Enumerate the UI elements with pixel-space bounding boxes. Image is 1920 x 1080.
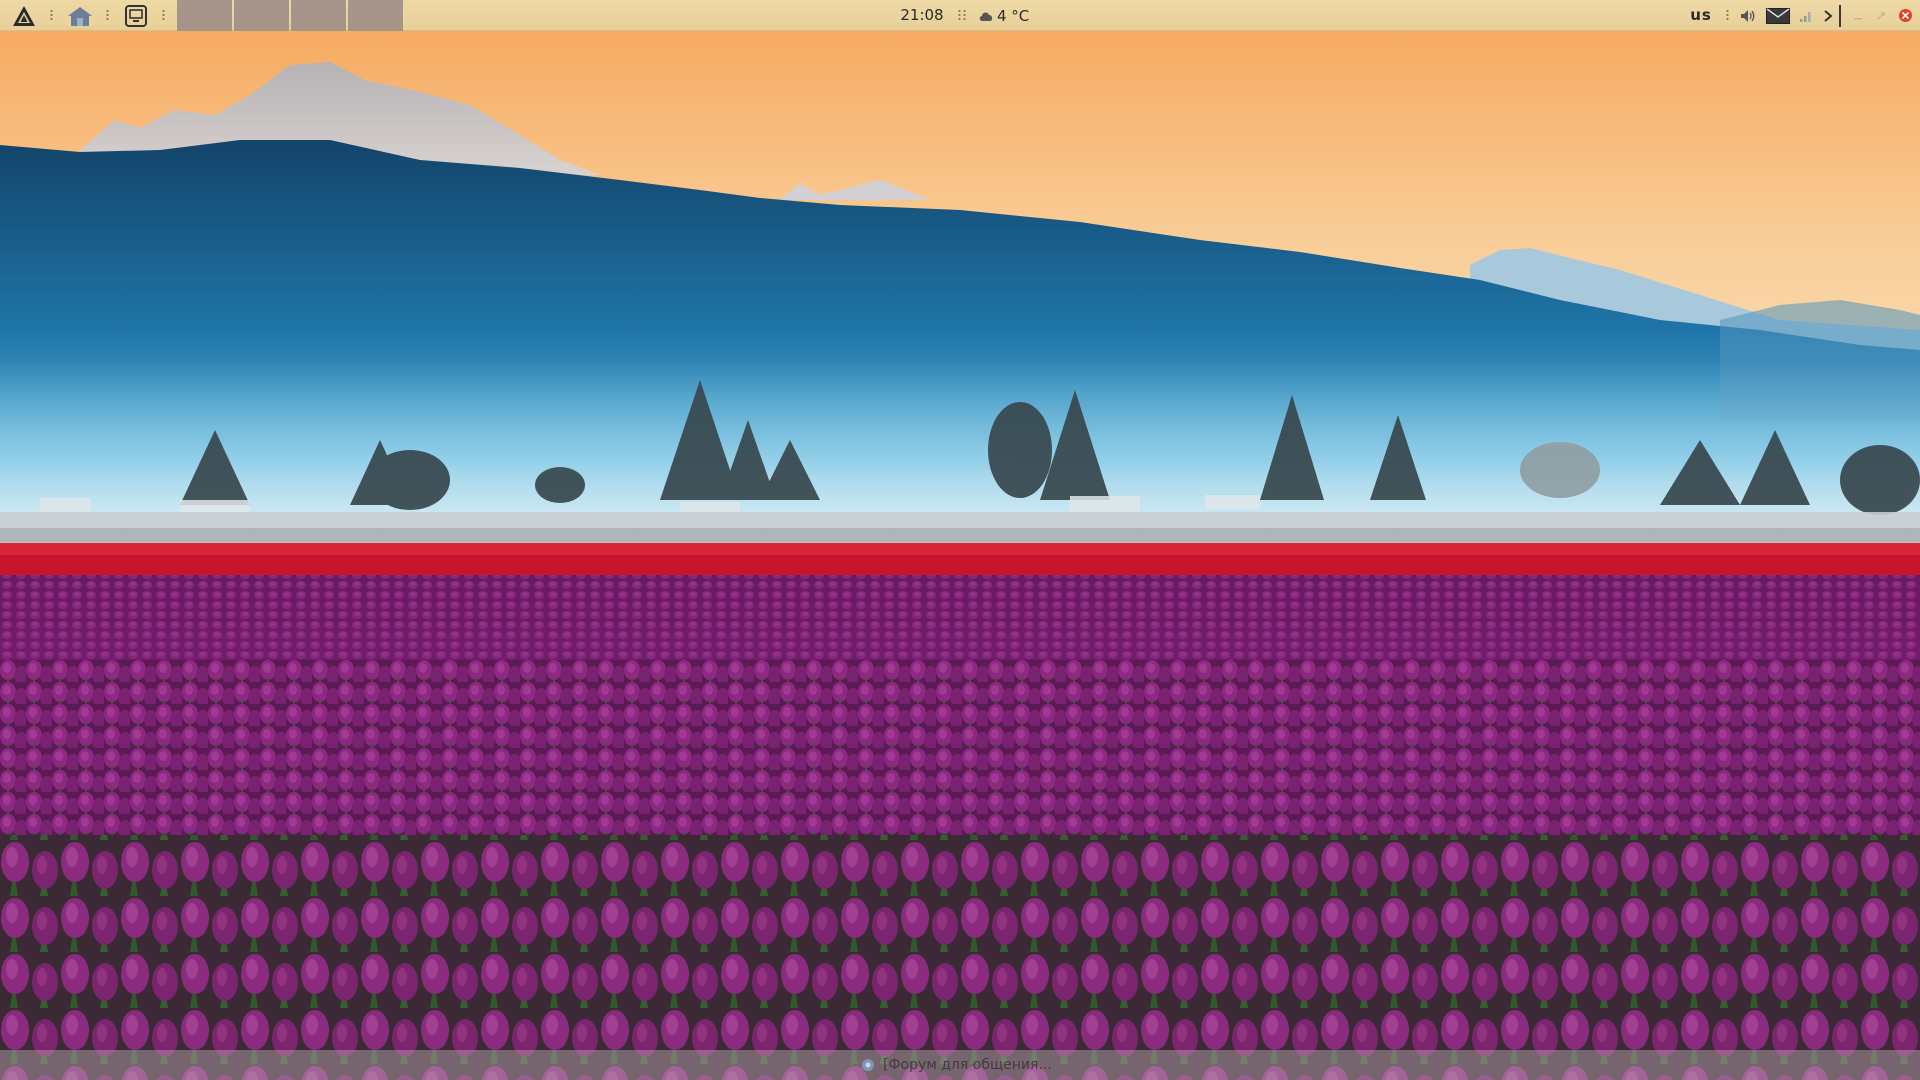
close-icon bbox=[1901, 11, 1910, 20]
weather-cloud-icon bbox=[979, 11, 993, 21]
volume-button[interactable] bbox=[1738, 0, 1758, 31]
app-menu-icon bbox=[13, 5, 35, 26]
panel-grip[interactable] bbox=[162, 9, 165, 22]
close-button[interactable] bbox=[1899, 9, 1912, 22]
expand-arrow-icon bbox=[1824, 9, 1833, 22]
panel-grip[interactable] bbox=[850, 1058, 853, 1072]
taskbar-window-button[interactable] bbox=[348, 0, 403, 31]
top-panel: 21:08 4 °C us bbox=[0, 0, 1920, 31]
desktop[interactable]: 21:08 4 °C us [Форум для общения... bbox=[0, 0, 1920, 1080]
panel-grip[interactable] bbox=[1726, 9, 1729, 22]
maximize-icon bbox=[1877, 11, 1885, 19]
panel-grip[interactable] bbox=[963, 9, 966, 22]
weather-temperature: 4 °C bbox=[997, 6, 1030, 25]
show-desktop-button[interactable] bbox=[122, 0, 150, 31]
tray-expand-button[interactable] bbox=[1820, 0, 1836, 31]
maximize-button[interactable] bbox=[1874, 9, 1887, 22]
show-desktop-icon bbox=[125, 4, 147, 27]
mail-button[interactable] bbox=[1765, 0, 1791, 31]
desktop-wallpaper bbox=[0, 0, 1920, 1080]
panel-grip[interactable] bbox=[106, 9, 109, 22]
minimize-button[interactable] bbox=[1851, 9, 1864, 22]
taskbar-window-button[interactable] bbox=[177, 0, 232, 31]
bottom-taskbar: [Форум для общения... bbox=[0, 1050, 1920, 1080]
network-signal-icon bbox=[1800, 11, 1811, 22]
app-menu-button[interactable] bbox=[10, 0, 38, 31]
clock[interactable]: 21:08 bbox=[895, 0, 949, 31]
browser-app-icon bbox=[862, 1059, 874, 1071]
taskbar-task-item[interactable]: [Форум для общения... bbox=[850, 1050, 1052, 1080]
home-folder-icon bbox=[68, 6, 92, 26]
taskbar-task-title: [Форум для общения... bbox=[883, 1057, 1052, 1073]
keyboard-layout-indicator[interactable]: us bbox=[1686, 0, 1716, 31]
panel-grip[interactable] bbox=[50, 9, 53, 22]
home-folder-button[interactable] bbox=[66, 0, 94, 31]
taskbar-window-button[interactable] bbox=[234, 0, 289, 31]
minimize-icon bbox=[1853, 17, 1862, 19]
taskbar-window-button[interactable] bbox=[291, 0, 346, 31]
panel-divider bbox=[1839, 5, 1841, 27]
volume-icon bbox=[1741, 9, 1755, 22]
panel-grip[interactable] bbox=[958, 9, 961, 22]
network-button[interactable] bbox=[1797, 0, 1815, 31]
mail-icon bbox=[1766, 7, 1790, 24]
weather-widget[interactable]: 4 °C bbox=[978, 0, 1029, 31]
